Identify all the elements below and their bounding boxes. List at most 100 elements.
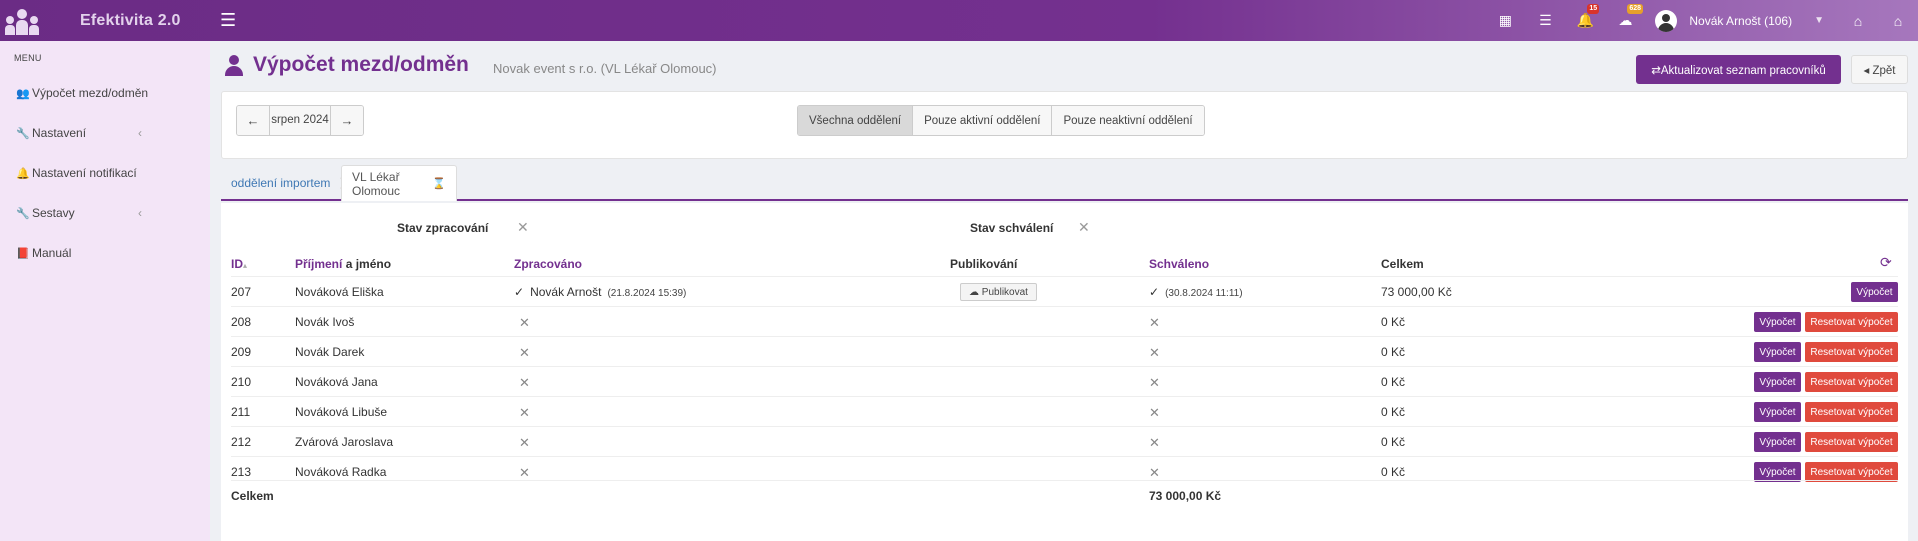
- filter-inactive-departments[interactable]: Pouze neaktivní oddělení: [1051, 106, 1204, 135]
- user-menu[interactable]: Novák Arnošt (106) ▼: [1655, 9, 1824, 32]
- calculate-button[interactable]: Výpočet: [1754, 342, 1801, 362]
- processed-cell: ✓ Novák Arnošt (21.8.2024 15:39): [514, 285, 686, 299]
- department-tabs: oddělení importem ⌛ VL Lékař Olomouc ⌛: [221, 165, 1908, 201]
- chevron-left-icon: ‹: [138, 126, 142, 140]
- publish-button[interactable]: ☁ Publikovat: [960, 283, 1037, 301]
- chevron-down-icon: ▼: [1814, 15, 1824, 26]
- hourglass-icon: ⌛: [432, 178, 446, 190]
- calculate-button[interactable]: Výpočet: [1754, 402, 1801, 422]
- book-icon: 📕: [16, 247, 30, 260]
- user-icon: [225, 55, 243, 76]
- approved-date: (30.8.2024 11:11): [1165, 288, 1243, 299]
- prev-month-button[interactable]: ←: [237, 106, 269, 135]
- reset-calculation-button[interactable]: Resetovat výpočet: [1805, 462, 1898, 482]
- processed-by: Novák Arnošt: [530, 285, 602, 299]
- back-button[interactable]: ◂ Zpět: [1851, 55, 1908, 84]
- chevron-left-icon: ‹: [138, 206, 142, 220]
- sidebar-item-manual[interactable]: 📕 Manuál: [0, 233, 210, 273]
- table-row: 207 Nováková Eliška ✓ Novák Arnošt (21.8.2…: [231, 276, 1898, 306]
- filter-active-departments[interactable]: Pouze aktivní oddělení: [912, 106, 1052, 135]
- sidebar-item-payroll[interactable]: 👥 Výpočet mezd/odměn: [0, 73, 210, 113]
- hamburger-menu-icon[interactable]: ☰: [220, 10, 250, 31]
- filter-all-departments[interactable]: Všechna oddělení: [798, 106, 913, 135]
- row-total: 0 Kč: [1381, 435, 1406, 449]
- row-name: Zvárová Jaroslava: [295, 435, 394, 449]
- tab-vl-lekar-olomouc[interactable]: VL Lékař Olomouc ⌛: [341, 165, 457, 201]
- top-icons: ▦ ☰ 🔔 15 ☁ 628 Novák Arnošt (106) ▼ ⌂ ⌂: [1485, 0, 1918, 41]
- row-id: 209: [231, 345, 252, 359]
- reset-calculation-button[interactable]: Resetovat výpočet: [1805, 312, 1898, 332]
- page-subtitle: Novak event s r.o. (VL Lékař Olomouc): [493, 61, 717, 76]
- processing-status-label: Stav zpracování: [397, 221, 489, 235]
- header-approved[interactable]: Schváleno: [1149, 257, 1209, 271]
- bell-icon[interactable]: 🔔 15: [1565, 4, 1605, 29]
- total-value: 73 000,00 Kč: [1149, 489, 1222, 503]
- calculate-button[interactable]: Výpočet: [1754, 432, 1801, 452]
- header-name-rest: a jméno: [342, 257, 392, 271]
- menu-heading: MENU: [14, 53, 42, 63]
- table-row: 212 Zvárová Jaroslava ✕ ✕ 0 Kč Výpočet R…: [231, 426, 1898, 456]
- calculate-button[interactable]: Výpočet: [1754, 462, 1801, 482]
- row-name: Novák Ivoš: [295, 315, 355, 329]
- header-id-label: ID: [231, 257, 243, 271]
- row-name: Nováková Radka: [295, 465, 387, 479]
- clear-processing-filter-icon[interactable]: ✕: [517, 219, 529, 236]
- not-processed-icon: ✕: [519, 405, 530, 420]
- sidebar-item-settings[interactable]: 🔧 Nastavení ‹: [0, 113, 210, 153]
- clear-approval-filter-icon[interactable]: ✕: [1078, 219, 1090, 236]
- row-name: Nováková Jana: [295, 375, 378, 389]
- not-approved-icon: ✕: [1149, 345, 1160, 360]
- row-id: 212: [231, 435, 252, 449]
- tab-label: oddělení importem: [231, 176, 331, 190]
- department-filter: Všechna oddělení Pouze aktivní oddělení …: [797, 105, 1205, 136]
- update-employees-button[interactable]: ⇄Aktualizovat seznam pracovníků: [1636, 55, 1841, 84]
- sidebar-item-reports[interactable]: 🔧 Sestavy ‹: [0, 193, 210, 233]
- header-surname: Příjmení: [295, 257, 343, 271]
- processed-date: (21.8.2024 15:39): [607, 288, 687, 299]
- calculate-button[interactable]: Výpočet: [1754, 372, 1801, 392]
- main-content: Výpočet mezd/odměn Novak event s r.o. (V…: [221, 41, 1908, 541]
- header-name[interactable]: Příjmení a jméno: [295, 257, 391, 271]
- brand[interactable]: Efektivita 2.0: [0, 0, 220, 41]
- brand-logo-icon: [4, 6, 42, 36]
- header-total: Celkem: [1381, 257, 1424, 271]
- not-processed-icon: ✕: [519, 375, 530, 390]
- header-id[interactable]: ID▴: [231, 257, 247, 271]
- sort-icon: ▴: [243, 261, 248, 270]
- calculate-button[interactable]: Výpočet: [1754, 312, 1801, 332]
- sidebar-item-label: Výpočet mezd/odměn: [32, 86, 149, 100]
- messages-icon[interactable]: ☁ 628: [1605, 4, 1645, 29]
- wrench-icon: 🔧: [16, 207, 30, 220]
- table-row: 208 Novák Ivoš ✕ ✕ 0 Kč Výpočet Resetova…: [231, 306, 1898, 336]
- sidebar-item-label: Nastavení notifikací: [32, 166, 137, 180]
- table-row: 209 Novák Darek ✕ ✕ 0 Kč Výpočet Resetov…: [231, 336, 1898, 366]
- not-processed-icon: ✕: [519, 345, 530, 360]
- sidebar-item-notification-settings[interactable]: 🔔 Nastavení notifikací: [0, 153, 210, 193]
- total-label: Celkem: [231, 489, 274, 503]
- reset-calculation-button[interactable]: Resetovat výpočet: [1805, 432, 1898, 452]
- bank-icon[interactable]: ⌂: [1838, 13, 1878, 29]
- row-name: Nováková Eliška: [295, 285, 384, 299]
- home-icon[interactable]: ⌂: [1878, 13, 1918, 29]
- row-total: 0 Kč: [1381, 315, 1406, 329]
- app-name: Efektivita 2.0: [80, 11, 181, 29]
- sidebar-item-label: Nastavení: [32, 126, 87, 140]
- check-icon: ✓: [514, 285, 525, 299]
- row-id: 213: [231, 465, 252, 479]
- refresh-icon[interactable]: ⟳: [1880, 254, 1892, 271]
- reset-calculation-button[interactable]: Resetovat výpočet: [1805, 402, 1898, 422]
- reset-calculation-button[interactable]: Resetovat výpočet: [1805, 342, 1898, 362]
- calendar-icon[interactable]: ▦: [1485, 12, 1525, 29]
- calculate-button[interactable]: Výpočet: [1851, 282, 1898, 302]
- total-row: Celkem 73 000,00 Kč: [231, 480, 1898, 510]
- sidebar-item-label: Sestavy: [32, 206, 75, 220]
- row-name: Novák Darek: [295, 345, 365, 359]
- reset-calculation-button[interactable]: Resetovat výpočet: [1805, 372, 1898, 392]
- header-processed[interactable]: Zpracováno: [514, 257, 582, 271]
- tasks-icon[interactable]: ☰: [1525, 12, 1565, 29]
- not-approved-icon: ✕: [1149, 315, 1160, 330]
- messages-badge: 628: [1627, 4, 1644, 14]
- next-month-button[interactable]: →: [331, 106, 363, 135]
- not-approved-icon: ✕: [1149, 375, 1160, 390]
- sidebar-item-label: Manuál: [32, 246, 72, 260]
